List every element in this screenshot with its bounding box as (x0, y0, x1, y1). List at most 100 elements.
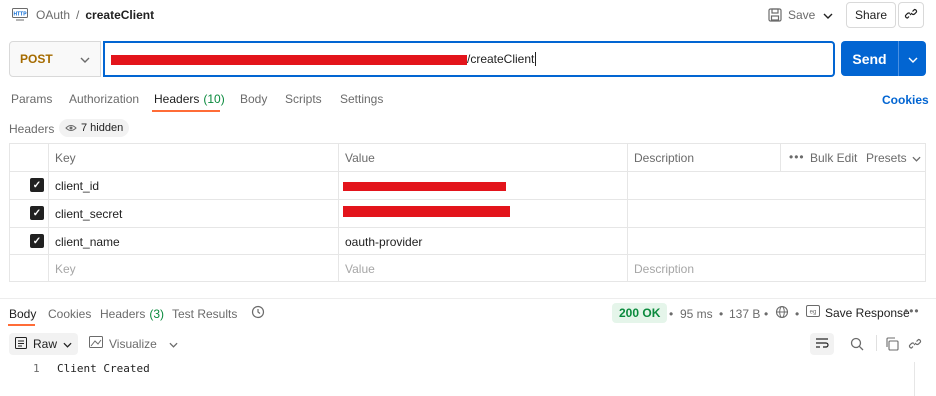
meta-dot: • (764, 307, 769, 321)
copy-icon[interactable] (885, 337, 899, 354)
send-label: Send (852, 50, 887, 67)
eye-icon (65, 121, 77, 135)
line-number: 1 (33, 362, 40, 375)
response-tab-body[interactable]: Body (9, 307, 36, 321)
request-name[interactable]: createClient (85, 8, 154, 22)
method-select[interactable]: POST (9, 41, 101, 77)
response-tab-headers[interactable]: Headers (3) (100, 307, 164, 321)
chevron-down-icon (63, 337, 72, 351)
breadcrumb-separator: / (76, 8, 80, 22)
header-value-redacted[interactable] (343, 182, 506, 191)
table-divider (10, 254, 925, 255)
wrap-lines-button[interactable] (810, 333, 834, 355)
chevron-down-icon (908, 52, 918, 66)
tab-body[interactable]: Body (240, 92, 267, 106)
tab-headers[interactable]: Headers (10) (154, 92, 225, 106)
row-checkbox[interactable]: ✓ (30, 234, 44, 248)
send-options-button[interactable] (899, 41, 926, 76)
row-checkbox[interactable]: ✓ (30, 178, 44, 192)
bulk-edit-button[interactable]: Bulk Edit (810, 151, 857, 165)
save-response-icon: eg (806, 305, 820, 320)
header-key[interactable]: client_id (55, 179, 99, 193)
copy-link-button[interactable] (898, 2, 924, 28)
http-icon: HTTP (12, 8, 28, 22)
breadcrumb-collection[interactable]: OAuth (36, 8, 70, 22)
send-button-group: Send (841, 41, 926, 76)
link-icon[interactable] (908, 337, 922, 354)
url-suffix: /createClient (467, 52, 535, 66)
cookies-link[interactable]: Cookies (882, 93, 929, 107)
response-active-tab-indicator (8, 324, 35, 326)
tab-authorization[interactable]: Authorization (69, 92, 139, 106)
save-options-button[interactable] (817, 5, 839, 25)
format-label: Raw (33, 337, 58, 351)
new-key-input[interactable]: Key (55, 262, 76, 276)
row-checkbox[interactable]: ✓ (30, 206, 44, 220)
tab-settings[interactable]: Settings (340, 92, 383, 106)
text-cursor (535, 52, 537, 66)
presets-label: Presets (866, 151, 907, 165)
history-icon[interactable] (251, 305, 265, 322)
more-icon[interactable]: ••• (789, 150, 805, 164)
table-divider (10, 199, 925, 200)
status-badge[interactable]: 200 OK (612, 303, 668, 323)
editor-scrollbar[interactable] (914, 362, 915, 396)
table-col-divider (780, 144, 781, 171)
header-key[interactable]: client_secret (55, 207, 122, 221)
response-tab-test-results[interactable]: Test Results (172, 307, 237, 321)
table-col-divider (338, 144, 339, 281)
header-key[interactable]: client_name (55, 235, 120, 249)
hidden-headers-label: 7 hidden (81, 122, 124, 134)
header-value-redacted[interactable] (343, 206, 510, 217)
save-button[interactable]: Save (768, 5, 815, 25)
share-label: Share (854, 8, 888, 22)
meta-dot: • (719, 307, 724, 321)
tab-headers-label: Headers (154, 92, 200, 106)
response-body-text[interactable]: Client Created (57, 362, 150, 375)
hidden-headers-toggle[interactable]: 7 hidden (59, 119, 130, 137)
meta-dot: • (795, 307, 800, 321)
visualize-label: Visualize (109, 336, 157, 351)
save-response-button[interactable]: eg Save Response (806, 305, 910, 320)
wrap-icon (815, 337, 829, 352)
visualize-button[interactable]: Visualize (89, 336, 178, 351)
response-tab-cookies[interactable]: Cookies (48, 307, 91, 321)
svg-text:HTTP: HTTP (13, 12, 27, 18)
breadcrumb: OAuth / createClient (36, 8, 154, 22)
table-divider (10, 171, 925, 172)
chevron-down-icon (80, 52, 90, 66)
table-col-divider (627, 144, 628, 281)
active-tab-indicator (152, 110, 220, 112)
top-bar: HTTP OAuth / createClient Save Share (0, 0, 936, 30)
table-col-divider (48, 144, 49, 281)
new-description-input[interactable]: Description (634, 262, 694, 276)
share-button[interactable]: Share (846, 2, 896, 28)
response-time[interactable]: 95 ms (680, 307, 713, 321)
table-divider (10, 227, 925, 228)
tab-headers-count: (10) (203, 92, 225, 106)
new-value-input[interactable]: Value (345, 262, 375, 276)
visualize-icon (89, 336, 103, 351)
raw-icon (15, 336, 27, 352)
format-select[interactable]: Raw (9, 333, 79, 355)
svg-text:eg: eg (810, 310, 817, 316)
tab-scripts[interactable]: Scripts (285, 92, 322, 106)
presets-button[interactable]: Presets (866, 151, 921, 165)
response-size[interactable]: 137 B (729, 307, 760, 321)
header-value[interactable]: oauth-provider (345, 235, 422, 249)
toolbar-divider (876, 335, 877, 351)
column-header-value: Value (345, 151, 375, 165)
chevron-down-icon (169, 337, 178, 351)
pane-divider (0, 298, 936, 299)
link-icon (904, 7, 918, 24)
search-icon[interactable] (850, 337, 864, 354)
save-label: Save (788, 8, 816, 22)
chevron-down-icon (823, 8, 833, 22)
url-input[interactable]: /createClient (103, 41, 835, 77)
headers-table: Key Value Description ••• Bulk Edit Pres… (9, 143, 926, 282)
more-icon[interactable]: ••• (904, 304, 920, 318)
send-button[interactable]: Send (841, 41, 898, 76)
tab-params[interactable]: Params (11, 92, 52, 106)
globe-icon[interactable] (775, 305, 789, 322)
meta-dot: • (669, 307, 674, 321)
